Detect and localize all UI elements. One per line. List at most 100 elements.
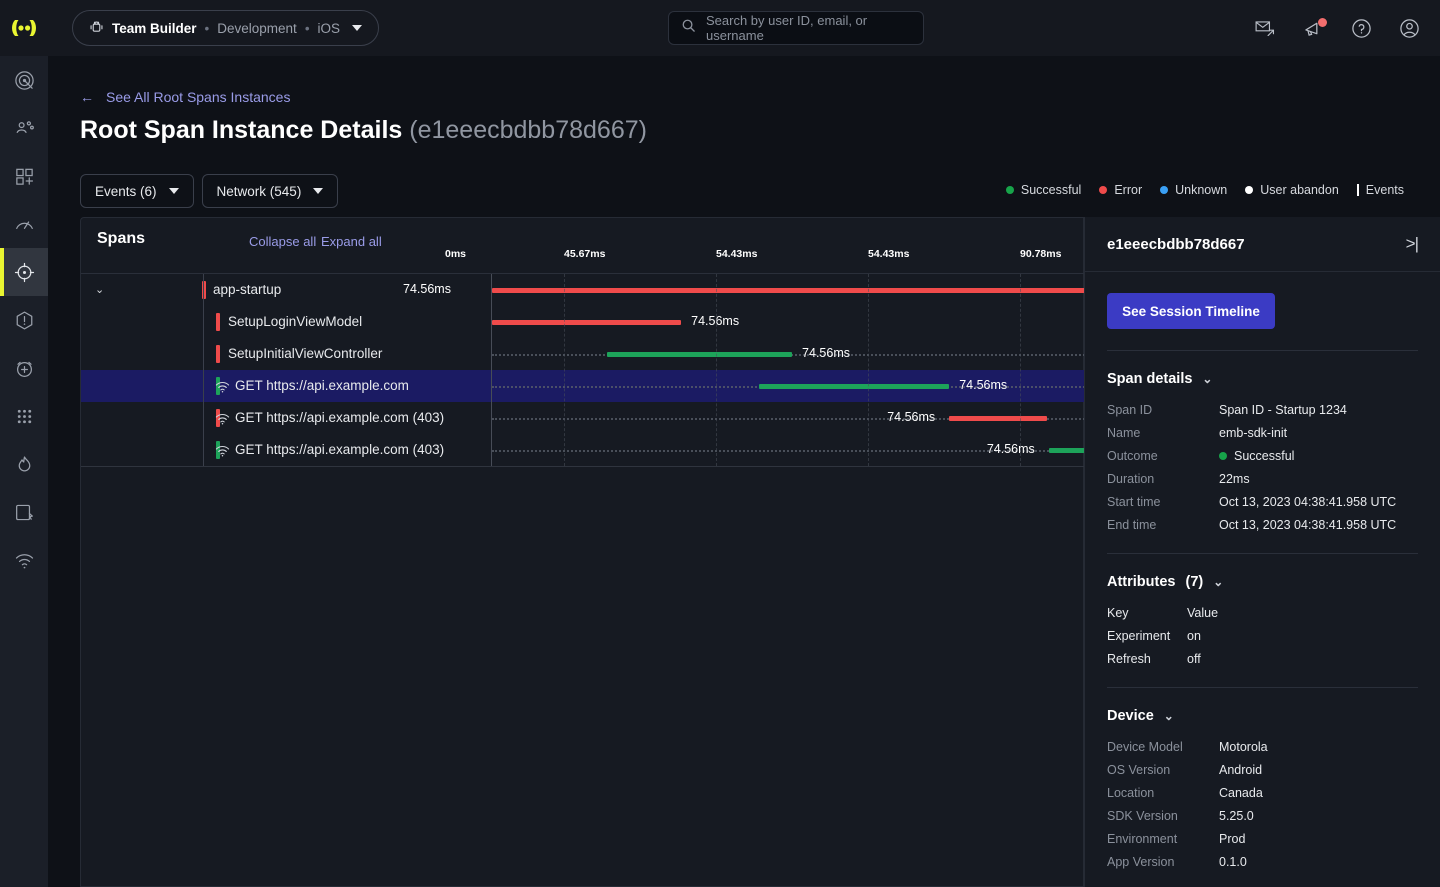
detail-value: emb-sdk-init	[1219, 426, 1287, 440]
attributes-title-text: Attributes	[1107, 574, 1176, 590]
search-input[interactable]: Search by user ID, email, or username	[706, 13, 911, 43]
sidebar-item-spans[interactable]	[0, 248, 48, 296]
detail-row: End time Oct 13, 2023 04:38:41.958 UTC	[1107, 518, 1418, 532]
detail-value-text: Oct 13, 2023 04:38:41.958 UTC	[1219, 518, 1397, 532]
embrace-logo[interactable]	[0, 0, 48, 56]
sidebar-item-startup[interactable]	[0, 488, 48, 536]
span-row[interactable]: SetupLoginViewModel 74.56ms	[81, 306, 1085, 338]
detail-value: Android	[1219, 763, 1262, 777]
filter-bar: Events (6) Network (545)	[80, 174, 339, 208]
sidebar-item-errors[interactable]	[0, 296, 48, 344]
events-filter-button[interactable]: Events (6)	[80, 174, 194, 208]
search-box[interactable]: Search by user ID, email, or username	[668, 11, 924, 45]
detail-value-text: 22ms	[1219, 472, 1250, 486]
detail-value-text: Value	[1187, 606, 1219, 620]
detail-value: Oct 13, 2023 04:38:41.958 UTC	[1219, 518, 1396, 532]
detail-value: 22ms	[1219, 472, 1250, 486]
wifi-icon	[215, 412, 230, 425]
span-row-label: GET https://api.example.com (403)	[235, 410, 445, 425]
project-name: Team Builder	[112, 20, 197, 36]
sidebar-item-users[interactable]	[0, 104, 48, 152]
detail-key: Start time	[1107, 495, 1161, 509]
detail-value: 5.25.0	[1219, 809, 1254, 823]
detail-key: SDK Version	[1107, 809, 1178, 823]
app-root: Team Builder • Development • iOS Search …	[0, 0, 1440, 887]
mail-share-icon[interactable]	[1254, 17, 1276, 39]
sidebar-item-apps[interactable]	[0, 392, 48, 440]
span-row[interactable]: GET https://api.example.com 74.56ms	[81, 370, 1085, 402]
announcement-icon[interactable]	[1302, 17, 1327, 39]
detail-row: Environment Prod	[1107, 832, 1418, 846]
span-row[interactable]: SetupInitialViewController 74.56ms	[81, 338, 1085, 370]
status-dot-icon	[1219, 452, 1227, 460]
detail-key: App Version	[1107, 855, 1175, 869]
sidebar-item-crashes[interactable]	[0, 440, 48, 488]
chevron-down-icon: ⌄	[1202, 372, 1213, 386]
detail-value-text: emb-sdk-init	[1219, 426, 1288, 440]
sidebar-item-performance[interactable]	[0, 200, 48, 248]
network-filter-button[interactable]: Network (545)	[201, 174, 339, 208]
see-session-timeline-button[interactable]: See Session Timeline	[1107, 293, 1275, 329]
span-timeline-bar[interactable]	[758, 384, 950, 389]
detail-row: Key Value	[1107, 606, 1418, 620]
detail-value-text: off	[1187, 652, 1201, 666]
span-timeline-bar[interactable]	[949, 416, 1048, 421]
sidebar-item-radar[interactable]	[0, 56, 48, 104]
project-sep-1: •	[204, 20, 210, 36]
span-timeline-bar[interactable]	[492, 320, 682, 325]
detail-row: App Version 0.1.0	[1107, 855, 1418, 869]
device-title-text: Device	[1107, 708, 1154, 724]
project-selector[interactable]: Team Builder • Development • iOS	[72, 10, 380, 46]
device-section-title[interactable]: Device ⌄	[1107, 708, 1418, 724]
span-timeline-bar[interactable]	[1048, 448, 1085, 453]
detail-value-text: Canada	[1219, 786, 1263, 800]
detail-value: Successful	[1219, 449, 1294, 463]
timeline-tick-4: 90.78ms	[1020, 248, 1062, 260]
detail-value-text: Motorola	[1219, 740, 1268, 754]
span-details-section-title[interactable]: Span details ⌄	[1107, 371, 1418, 387]
timeline-axis-ticks: 0ms 45.67ms 54.43ms 54.43ms 90.78ms	[81, 248, 1085, 274]
collapse-all-link[interactable]: Collapse all	[249, 234, 316, 249]
back-to-all-spans-link[interactable]: ← See All Root Spans Instances	[80, 89, 290, 105]
chevron-down-icon	[168, 188, 179, 194]
chevron-down-icon[interactable]	[352, 25, 363, 31]
attributes-section-title[interactable]: Attributes (7) ⌄	[1107, 574, 1418, 590]
span-timeline-cell: 74.56ms	[492, 370, 1085, 402]
expand-all-link[interactable]: Expand all	[321, 234, 382, 249]
span-row-label: app-startup	[213, 282, 282, 297]
sidebar-item-anr[interactable]	[0, 344, 48, 392]
expand-panel-icon[interactable]: >|	[1406, 234, 1419, 254]
span-bar-duration-label: 74.56ms	[986, 442, 1035, 456]
span-row[interactable]: GET https://api.example.com (403) 74.56ms	[81, 434, 1085, 466]
chevron-down-icon	[313, 188, 324, 194]
detail-key: Device Model	[1107, 740, 1183, 754]
detail-value-text: 5.25.0	[1219, 809, 1254, 823]
chevron-down-icon[interactable]: ⌄	[95, 284, 107, 296]
sidebar-item-dashboards[interactable]	[0, 152, 48, 200]
sidebar-item-network[interactable]	[0, 536, 48, 584]
legend-item-events: Events	[1356, 183, 1404, 197]
span-timeline-bar[interactable]	[607, 352, 793, 357]
detail-row: Location Canada	[1107, 786, 1418, 800]
span-row[interactable]: GET https://api.example.com (403) 74.56ms	[81, 402, 1085, 434]
legend-dot-icon	[1245, 186, 1254, 194]
detail-key: Outcome	[1107, 449, 1158, 463]
timeline-tick-3: 54.43ms	[868, 248, 910, 260]
detail-row: Outcome Successful	[1107, 449, 1418, 463]
legend-dot-icon	[1099, 186, 1108, 194]
span-timeline-bar[interactable]	[492, 288, 1085, 293]
legend-item-error: Error	[1099, 183, 1142, 197]
timeline-tick-0: 0ms	[445, 248, 467, 260]
detail-row: Span ID Span ID - Startup 1234	[1107, 403, 1418, 417]
detail-value-text: on	[1187, 629, 1201, 643]
detail-row: Start time Oct 13, 2023 04:38:41.958 UTC	[1107, 495, 1418, 509]
notification-badge	[1318, 18, 1327, 27]
detail-row: OS Version Android	[1107, 763, 1418, 777]
span-timeline-cell: 74.56ms	[492, 434, 1085, 466]
span-row[interactable]: ⌄ app-startup 74.56ms	[81, 274, 1085, 306]
legend-item-user-abandon: User abandon	[1245, 183, 1339, 197]
help-circle-icon[interactable]	[1350, 17, 1372, 39]
user-account-icon[interactable]	[1398, 17, 1420, 39]
events-filter-label: Events (6)	[95, 183, 157, 199]
device-rows: Device Model Motorola OS Version Android Loc…	[1107, 740, 1418, 869]
